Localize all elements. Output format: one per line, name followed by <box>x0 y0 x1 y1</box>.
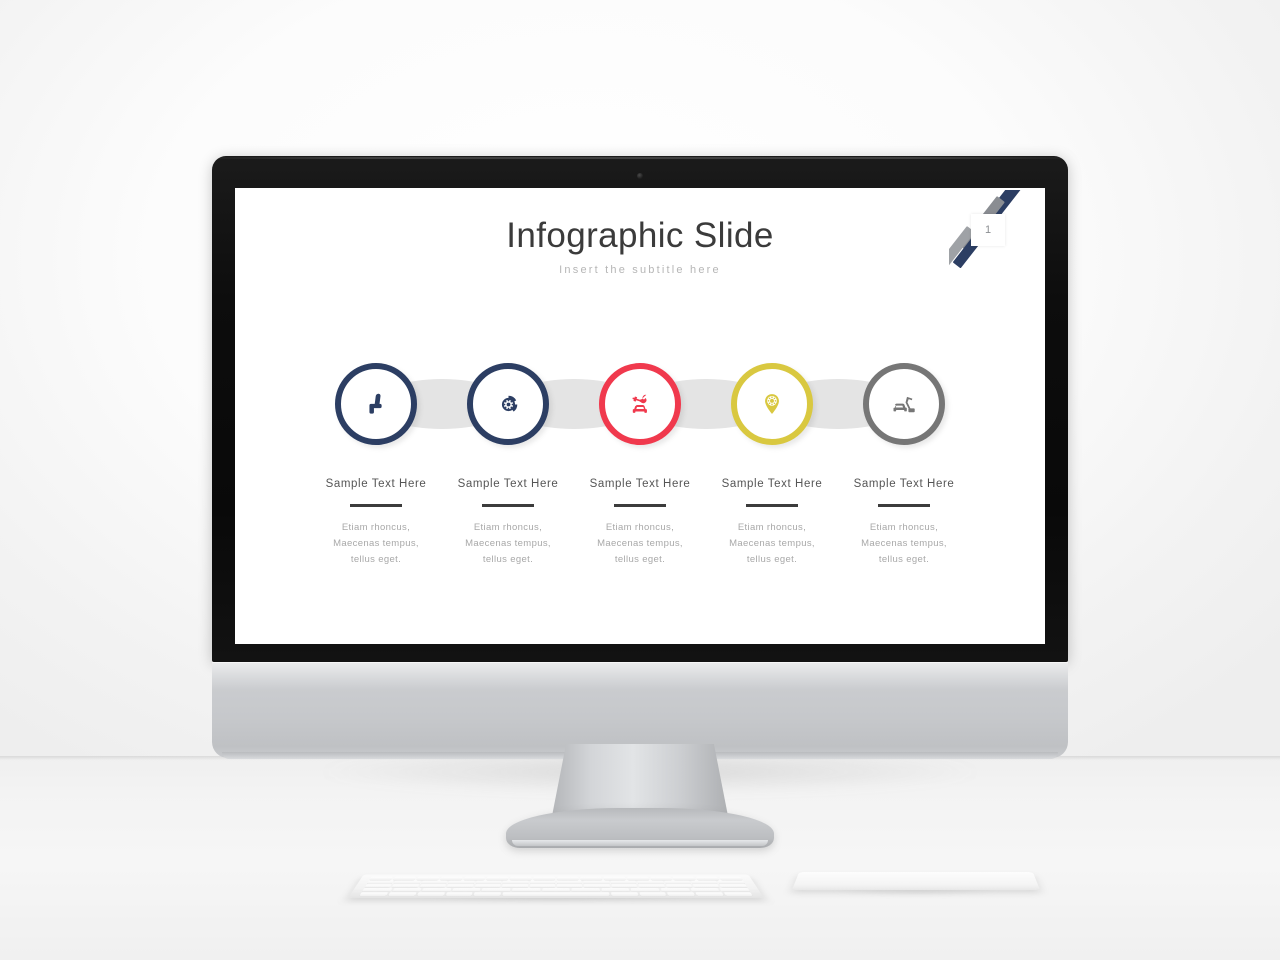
keyboard-key[interactable] <box>511 888 541 892</box>
imac-monitor: Infographic Slide Insert the subtitle he… <box>212 156 1068 759</box>
presentation-slide[interactable]: Infographic Slide Insert the subtitle he… <box>235 188 1045 644</box>
caption-divider <box>350 504 402 507</box>
keyboard-key[interactable] <box>584 884 610 888</box>
keyboard-key[interactable] <box>481 888 511 892</box>
keyboard-key[interactable] <box>541 888 570 892</box>
keyboard-key[interactable] <box>451 888 481 892</box>
caption-divider <box>614 504 666 507</box>
slide-number-badge: 1 <box>971 214 1005 246</box>
keyboard-key[interactable] <box>387 892 417 896</box>
brake-disc-icon <box>494 390 523 419</box>
keyboard-key[interactable] <box>556 884 583 888</box>
monitor-stand-base-lip <box>512 840 768 846</box>
keyboard-key[interactable] <box>571 888 600 892</box>
caption-divider <box>482 504 534 507</box>
location-pin-gear-icon <box>757 389 787 419</box>
keyboard-key[interactable] <box>502 892 610 896</box>
keyboard-key[interactable] <box>501 884 528 888</box>
bezel-highlight <box>214 157 1066 159</box>
keyboard-key[interactable] <box>364 884 392 888</box>
slide-subtitle: Insert the subtitle here <box>559 264 721 276</box>
keyboard-key[interactable] <box>445 892 473 896</box>
car-seat-icon <box>361 389 391 419</box>
keyboard-key[interactable] <box>474 884 501 888</box>
keyboard-key[interactable] <box>631 888 660 892</box>
node-ring <box>335 363 417 445</box>
keyboard-key[interactable] <box>695 892 725 896</box>
monitor-screen: Infographic Slide Insert the subtitle he… <box>235 188 1045 644</box>
infographic-node-3[interactable] <box>599 363 681 445</box>
car-repair-wrench-icon <box>625 389 655 419</box>
keyboard-key[interactable] <box>611 884 638 888</box>
car-service-arm-icon <box>889 389 919 419</box>
keyboard-key[interactable] <box>446 884 474 888</box>
keyboard-key[interactable] <box>416 892 445 896</box>
keyboard-key[interactable] <box>391 888 422 892</box>
chin-gloss-highlight <box>212 662 1068 690</box>
keyboard-row <box>359 892 753 896</box>
keyboard-row <box>364 884 748 888</box>
keyboard-key[interactable] <box>724 892 753 896</box>
keyboard-key[interactable] <box>473 892 502 896</box>
caption-body: Etiam rhoncus, Maecenas tempus, tellus ege… <box>819 520 989 569</box>
keyboard-key[interactable] <box>638 884 665 888</box>
infographic-node-4[interactable] <box>731 363 813 445</box>
node-caption-5: Sample Text Here Etiam rhoncus, Maecenas t… <box>819 478 989 568</box>
caption-body-line: tellus eget. <box>878 554 930 566</box>
keyboard[interactable] <box>348 874 764 898</box>
caption-divider <box>878 504 930 507</box>
infographic-node-2[interactable] <box>467 363 549 445</box>
node-ring <box>599 363 681 445</box>
caption-divider <box>746 504 798 507</box>
keyboard-key[interactable] <box>719 884 748 888</box>
caption-body-line: Etiam rhoncus, <box>869 521 939 533</box>
slide-corner-decoration: 1 <box>949 190 1041 274</box>
node-ring <box>467 363 549 445</box>
keyboard-key[interactable] <box>421 888 452 892</box>
keyboard-key[interactable] <box>610 892 639 896</box>
keyboard-key[interactable] <box>639 892 667 896</box>
keyboard-key[interactable] <box>361 888 392 892</box>
monitor-stand-neck <box>552 744 728 816</box>
caption-body-line: Maecenas tempus, <box>861 537 947 549</box>
keyboard-key[interactable] <box>391 884 420 888</box>
node-ring <box>731 363 813 445</box>
keyboard-key[interactable] <box>601 888 630 892</box>
trackpad[interactable] <box>792 872 1040 890</box>
keyboard-key[interactable] <box>667 892 696 896</box>
node-ring <box>863 363 945 445</box>
infographic-node-1[interactable] <box>335 363 417 445</box>
caption-title: Sample Text Here <box>853 478 955 490</box>
page-title: Infographic Slide <box>506 216 774 255</box>
keyboard-key[interactable] <box>720 888 750 892</box>
keyboard-key[interactable] <box>529 884 555 888</box>
keyboard-row <box>361 888 750 892</box>
keyboard-body <box>348 874 764 898</box>
keyboard-key[interactable] <box>419 884 447 888</box>
keyboard-key[interactable] <box>690 888 720 892</box>
infographic-node-row <box>235 363 1045 463</box>
infographic-node-5[interactable] <box>863 363 945 445</box>
webcam-icon <box>637 173 643 179</box>
keyboard-key[interactable] <box>660 888 690 892</box>
keyboard-key[interactable] <box>665 884 693 888</box>
keyboard-key[interactable] <box>692 884 720 888</box>
keyboard-key[interactable] <box>359 892 388 896</box>
